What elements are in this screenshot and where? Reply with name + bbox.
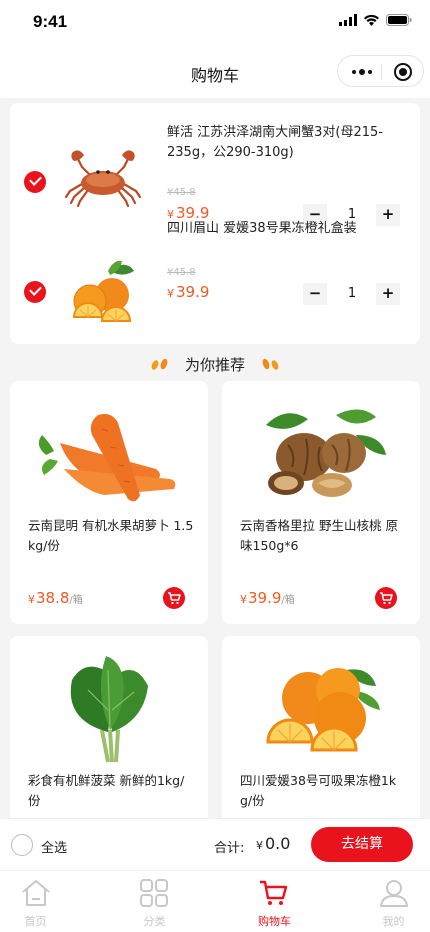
currency-symbol: ¥ — [167, 287, 174, 300]
cart-item-name: 四川眉山 爱媛38号果冻橙礼盒装 — [167, 221, 357, 236]
product-card[interactable]: 云南昆明 有机水果胡萝卜 1.5kg/份 ¥38.8/箱 — [10, 381, 208, 624]
orange-image — [266, 668, 380, 752]
total-value: 0.0 — [265, 834, 291, 853]
qty-value[interactable]: 1 — [334, 286, 370, 301]
cart-item-name: 鲜活 江苏洪泽湖南大闸蟹3对(母215-235g，公290-310g) — [167, 125, 383, 160]
product-price: ¥38.8/箱 — [28, 589, 83, 607]
currency-symbol: ¥ — [28, 593, 35, 606]
product-name: 彩食有机鲜菠菜 新鲜的1kg/份 — [28, 773, 185, 808]
cart-item-price: ¥39.9 — [167, 283, 209, 301]
qty-plus-button[interactable]: + — [376, 283, 400, 305]
price-unit: /箱 — [281, 595, 295, 606]
tab-label: 我的 — [382, 915, 405, 928]
select-all-checkbox[interactable] — [11, 834, 33, 856]
add-to-cart-button[interactable] — [163, 587, 185, 609]
currency-symbol: ¥ — [256, 839, 263, 852]
product-name: 四川爱媛38号可吸果冻橙1kg/份 — [240, 773, 397, 808]
status-icons — [339, 14, 412, 26]
more-icon[interactable] — [352, 69, 372, 75]
recommend-title: 为你推荐 — [184, 356, 245, 374]
cart-item: 四川眉山 爱媛38号果冻橙礼盒装 ¥45.8 ¥39.9 − 1 + — [10, 221, 420, 341]
tab-label: 分类 — [143, 915, 166, 928]
cart-item-old-price: ¥45.8 — [167, 187, 196, 198]
product-name: 云南香格里拉 野生山核桃 原味150g*6 — [240, 518, 398, 553]
total-label: 合计: — [214, 841, 245, 856]
status-bar: 9:41 — [0, 0, 430, 46]
item-checkbox[interactable] — [24, 171, 46, 193]
home-icon — [22, 880, 50, 906]
qty-minus-button[interactable]: − — [303, 283, 327, 305]
price-value: 39.9 — [248, 589, 282, 607]
checkout-bar: 全选 合计: ¥0.0 去结算 — [0, 818, 430, 870]
tab-category[interactable]: 分类 — [107, 871, 214, 932]
walnut-image — [266, 409, 386, 497]
tab-profile[interactable]: 我的 — [323, 871, 430, 932]
close-icon[interactable] — [394, 63, 412, 81]
price-value: 38.8 — [36, 589, 70, 607]
signal-icon — [339, 14, 357, 26]
cart-icon — [380, 592, 393, 605]
product-name: 云南昆明 有机水果胡萝卜 1.5kg/份 — [28, 518, 194, 553]
total-amount: ¥0.0 — [256, 834, 290, 853]
carrot-image — [38, 414, 176, 502]
tab-bar: 首页 分类 购物车 我的 — [0, 870, 430, 932]
recommend-header: 为你推荐 — [0, 352, 430, 376]
product-card[interactable]: 彩食有机鲜菠菜 新鲜的1kg/份 — [10, 636, 208, 836]
tab-cart[interactable]: 购物车 — [214, 871, 321, 932]
cart-item: 鲜活 江苏洪泽湖南大闸蟹3对(母215-235g，公290-310g) ¥45.… — [10, 111, 420, 226]
crab-image — [64, 150, 142, 208]
spinach-image — [70, 656, 148, 763]
orange-image — [72, 260, 134, 322]
product-price: ¥39.9/箱 — [240, 589, 295, 607]
price-value: 39.9 — [176, 283, 210, 301]
cart-icon — [260, 880, 288, 905]
product-card[interactable]: 云南香格里拉 野生山核桃 原味150g*6 ¥39.9/箱 — [222, 381, 420, 624]
mini-program-capsule — [337, 55, 424, 87]
item-checkbox[interactable] — [24, 281, 46, 303]
select-all-label[interactable]: 全选 — [41, 837, 67, 856]
tab-label: 首页 — [24, 915, 47, 928]
currency-symbol: ¥ — [240, 593, 247, 606]
add-to-cart-button[interactable] — [375, 587, 397, 609]
nav-bar: 购物车 — [0, 46, 430, 98]
checkout-button[interactable]: 去结算 — [311, 827, 413, 862]
cart-icon — [168, 592, 181, 605]
category-icon — [140, 879, 168, 907]
user-icon — [379, 880, 409, 907]
tab-label: 购物车 — [258, 915, 291, 928]
tab-home[interactable]: 首页 — [0, 871, 107, 932]
wifi-icon — [364, 14, 379, 26]
status-time: 9:41 — [33, 12, 68, 31]
product-card[interactable]: 四川爱媛38号可吸果冻橙1kg/份 — [222, 636, 420, 836]
leaf-decoration-icon — [262, 358, 279, 370]
cart-list: 鲜活 江苏洪泽湖南大闸蟹3对(母215-235g，公290-310g) ¥45.… — [10, 103, 420, 344]
cart-item-old-price: ¥45.8 — [167, 267, 196, 278]
price-unit: /箱 — [69, 595, 83, 606]
battery-icon — [386, 14, 412, 26]
capsule-divider — [381, 64, 382, 80]
